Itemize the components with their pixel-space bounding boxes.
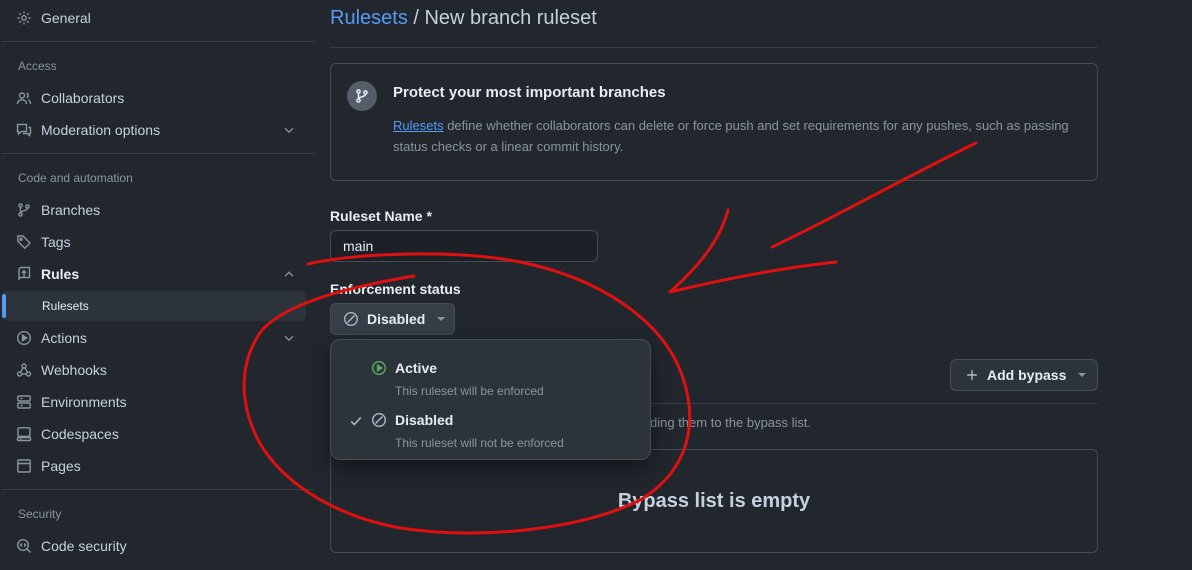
codescan-icon [16, 538, 32, 554]
check-icon [350, 416, 362, 426]
sidebar-item-label: Code security [41, 538, 127, 554]
ruleset-name-label: Ruleset Name * [330, 208, 432, 224]
caret-down-icon [1078, 373, 1087, 377]
sidebar-item-label: Collaborators [41, 90, 125, 106]
app-window: General Access Collaborators Moderation … [0, 0, 1192, 570]
bypass-list: Bypass list is empty [330, 449, 1098, 553]
sidebar-item-label: Moderation options [41, 122, 161, 138]
comment-discussion-icon [16, 122, 32, 138]
menu-item-disabled[interactable]: Disabled This ruleset will not be enforc… [339, 408, 644, 456]
people-icon [16, 90, 32, 106]
breadcrumb-link-rulesets[interactable]: Rulesets [330, 7, 408, 29]
caret-down-icon [437, 317, 446, 321]
menu-item-description: This ruleset will be enforced [395, 384, 544, 398]
sidebar-item-rules[interactable]: Rules [2, 259, 306, 289]
add-bypass-button[interactable]: Add bypass [950, 359, 1098, 391]
header-divider [330, 47, 1098, 48]
section-label-security: Security [18, 507, 62, 521]
info-description-text: define whether collaborators can delete … [393, 118, 1069, 154]
sidebar-item-rulesets[interactable]: Rulesets [2, 291, 306, 321]
repo-push-icon [16, 266, 32, 282]
annotation-arrow-head [668, 208, 838, 294]
sidebar-item-label: Pages [41, 458, 81, 474]
git-branch-icon [16, 202, 32, 218]
git-branch-icon [347, 81, 377, 111]
section-label-code-automation: Code and automation [18, 171, 133, 185]
sidebar-item-label: Codespaces [41, 426, 119, 442]
add-bypass-label: Add bypass [987, 367, 1067, 383]
plus-icon [967, 370, 977, 380]
sidebar-item-label: Tags [41, 234, 71, 250]
enforcement-status-button[interactable]: Disabled [330, 303, 455, 335]
circle-slash-icon [343, 311, 359, 327]
webhook-icon [16, 362, 32, 378]
menu-item-active[interactable]: Active This ruleset will be enforced [339, 356, 644, 404]
page-title: New branch ruleset [424, 7, 597, 29]
sidebar-item-collaborators[interactable]: Collaborators [2, 83, 306, 113]
sidebar-item-label: Actions [41, 330, 87, 346]
sidebar-item-branches[interactable]: Branches [2, 195, 306, 225]
sidebar-item-actions[interactable]: Actions [2, 323, 306, 353]
sidebar-divider [2, 41, 315, 42]
server-icon [16, 394, 32, 410]
sidebar-item-moderation[interactable]: Moderation options [2, 115, 306, 145]
info-title: Protect your most important branches [393, 84, 666, 101]
sidebar-divider [2, 489, 315, 490]
enforcement-status-value: Disabled [367, 311, 426, 327]
sidebar-item-label: Branches [41, 202, 101, 218]
breadcrumb: Rulesets / New branch ruleset [330, 7, 597, 30]
sidebar-item-codespaces[interactable]: Codespaces [2, 419, 306, 449]
settings-sidebar: General Access Collaborators Moderation … [0, 0, 315, 570]
info-description: Rulesets define whether collaborators ca… [393, 115, 1083, 157]
bypass-help-visible: ding them to the bypass list. [650, 415, 812, 430]
sidebar-item-pages[interactable]: Pages [2, 451, 306, 481]
menu-item-title: Disabled [395, 412, 454, 428]
sidebar-item-label: Rulesets [42, 299, 89, 313]
sidebar-item-label: General [41, 10, 91, 26]
enforcement-status-label: Enforcement status [330, 281, 461, 297]
selected-indicator [2, 294, 6, 318]
chevron-up-icon[interactable] [282, 267, 296, 281]
browser-icon [16, 458, 32, 474]
circle-slash-icon [371, 412, 387, 428]
sidebar-item-label: Environments [41, 394, 127, 410]
bypass-empty-message: Bypass list is empty [617, 489, 811, 512]
sidebar-item-environments[interactable]: Environments [2, 387, 306, 417]
sidebar-divider [2, 153, 315, 154]
gear-icon [16, 10, 32, 26]
section-label-access: Access [18, 59, 57, 73]
sidebar-item-label: Webhooks [41, 362, 107, 378]
sidebar-item-webhooks[interactable]: Webhooks [2, 355, 306, 385]
sidebar-item-general[interactable]: General [2, 3, 306, 33]
sidebar-item-tags[interactable]: Tags [2, 227, 306, 257]
chevron-down-icon[interactable] [282, 123, 296, 137]
play-icon [16, 330, 32, 346]
breadcrumb-separator: / [407, 7, 425, 29]
tag-icon [16, 234, 32, 250]
enforcement-status-menu: Active This ruleset will be enforced Dis… [330, 339, 651, 460]
ruleset-name-input[interactable] [330, 230, 598, 262]
menu-item-title: Active [395, 360, 438, 376]
codespaces-icon [16, 426, 32, 442]
info-banner: Protect your most important branches Rul… [330, 63, 1098, 181]
menu-item-description: This ruleset will not be enforced [395, 436, 564, 450]
chevron-down-icon[interactable] [282, 331, 296, 345]
sidebar-item-label: Rules [41, 266, 80, 282]
play-icon [371, 360, 387, 376]
rulesets-doc-link[interactable]: Rulesets [393, 118, 444, 133]
sidebar-item-code-security[interactable]: Code security [2, 531, 306, 561]
